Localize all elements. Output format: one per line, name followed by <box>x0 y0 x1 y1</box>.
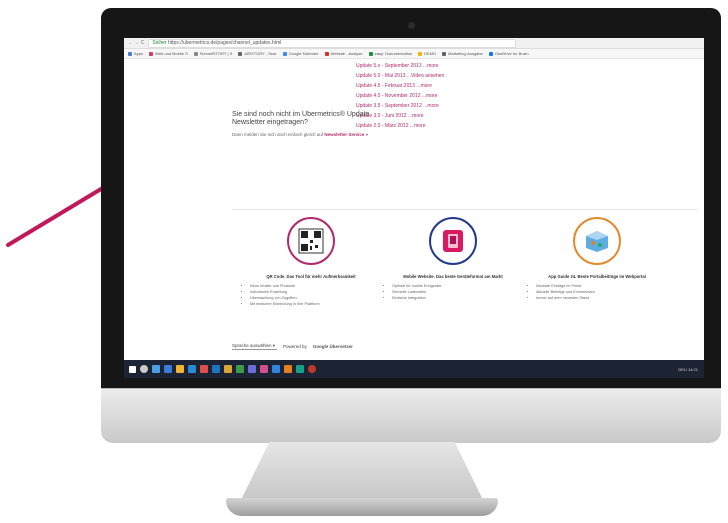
google-translate-brand: Google Übersetzer <box>312 344 353 349</box>
newsletter-text: Dann melden Sie sich doch einfach gleich… <box>232 132 369 137</box>
url-text: https://ubermetrics.de/pages/channel_upd… <box>167 39 282 46</box>
folder-icon[interactable] <box>176 365 184 373</box>
bookmark-item[interactable]: Web und Mobile S <box>149 51 188 56</box>
screen: ← → C Sicher https://ubermetrics.de/page… <box>124 38 704 378</box>
newsletter-link[interactable]: Newsletter Service » <box>324 132 368 137</box>
store-icon[interactable] <box>188 365 196 373</box>
bookmark-icon <box>324 51 329 56</box>
feature-mobile-website: Mobile Website. Das beste Geräteformat a… <box>378 217 528 301</box>
edge-icon[interactable] <box>164 365 172 373</box>
feature-title: App Guide 24. Beste Portalbeiträge im We… <box>548 274 646 279</box>
page-content: Update 5.x - September 2013 ...more Upda… <box>124 59 704 362</box>
onedrive-icon <box>488 51 493 56</box>
bookmark-item[interactable]: easy: Dokumentation <box>368 51 412 56</box>
feature-list: Optimal für mobile Endgeräte Schnelle La… <box>392 283 528 301</box>
search-icon[interactable] <box>140 365 148 373</box>
feature-title: Mobile Website. Das beste Geräteformat a… <box>403 274 503 279</box>
address-bar[interactable]: Sicher https://ubermetrics.de/pages/chan… <box>148 38 517 48</box>
update-link[interactable]: Update 4.5 - Februar 2013 ...more <box>356 81 444 91</box>
secure-label: Sicher <box>152 39 167 46</box>
bookmark-item[interactable]: Website - Analyse <box>324 51 363 56</box>
feature-list: Neue Inhalte und Produkte Individuelle E… <box>250 283 386 307</box>
list-item: Immer auf dem neuesten Stand <box>536 295 672 301</box>
list-item: Mit einfacher Einbindung in Ihre Plattfo… <box>250 301 386 307</box>
feature-list: Neueste Einträge im Portal Aktuelle Beit… <box>536 283 672 301</box>
app-icon[interactable] <box>200 365 208 373</box>
bookmark-icon <box>193 51 198 56</box>
list-item: Einfache Integration <box>392 295 528 301</box>
section-divider <box>232 209 697 210</box>
bookmark-item[interactable]: Google Kalender <box>282 51 319 56</box>
app-icon[interactable] <box>296 365 304 373</box>
browser-toolbar: ← → C Sicher https://ubermetrics.de/page… <box>124 38 704 49</box>
bookmark-item[interactable]: SchnellSTORY | S <box>193 51 232 56</box>
language-selector-row: Sprache auswählen ▾ Powered by Google Üb… <box>232 343 353 350</box>
outlook-icon[interactable] <box>272 365 280 373</box>
system-tray[interactable]: DEU 14:21 <box>678 367 704 372</box>
apps-icon <box>128 51 132 56</box>
word-icon[interactable] <box>212 365 220 373</box>
bookmark-icon <box>149 51 154 56</box>
chrome-icon[interactable] <box>308 365 316 373</box>
windows-start-icon[interactable] <box>129 365 136 373</box>
mobile-website-icon <box>429 217 477 265</box>
bookmark-icon <box>238 51 243 56</box>
newsletter-box: Sie sind noch nicht im Ubermetrics® Upda… <box>232 111 382 138</box>
bookmark-item[interactable]: Apps <box>128 51 143 56</box>
update-link[interactable]: Update 5.x - September 2013 ...more <box>356 61 444 71</box>
update-link[interactable]: Update 5.0 - Mai 2013 ...Video ansehen <box>356 71 444 81</box>
bookmark-item[interactable]: Marketing-Ausgabe <box>442 51 483 56</box>
app-icon[interactable] <box>224 365 232 373</box>
feature-app-guide: App Guide 24. Beste Portalbeiträge im We… <box>522 217 672 301</box>
newsletter-title: Sie sind noch nicht im Ubermetrics® Upda… <box>232 111 370 126</box>
bookmark-item[interactable]: OneDrive for Busin <box>488 51 529 56</box>
qr-code-icon <box>287 217 335 265</box>
monitor-stand <box>240 442 484 502</box>
bookmark-icon <box>442 51 447 56</box>
browser-nav-buttons[interactable]: ← → C <box>128 40 144 46</box>
bookmark-item[interactable]: DEMO <box>418 51 436 56</box>
task-view-icon[interactable] <box>152 365 160 373</box>
bookmark-item[interactable]: AIRSTORY - Sear <box>238 51 277 56</box>
monitor-chin <box>101 388 721 443</box>
feature-qr-code: QR Code. Das Tool für mehr Aufmerksamkei… <box>236 217 386 307</box>
app-icon[interactable] <box>260 365 268 373</box>
taskbar: DEU 14:21 <box>124 360 704 378</box>
language-select[interactable]: Sprache auswählen ▾ <box>232 343 278 350</box>
bookmarks-bar: Apps Web und Mobile S SchnellSTORY | S A… <box>124 49 704 59</box>
app-guide-icon <box>573 217 621 265</box>
app-icon[interactable] <box>284 365 292 373</box>
bookmark-icon <box>368 51 373 56</box>
update-link[interactable]: Update 4.0 - November 2012 ...more <box>356 91 444 101</box>
camera-icon <box>408 22 415 29</box>
app-icon[interactable] <box>248 365 256 373</box>
monitor-stand-base <box>226 498 498 516</box>
feature-title: QR Code. Das Tool für mehr Aufmerksamkei… <box>266 274 356 279</box>
excel-icon[interactable] <box>236 365 244 373</box>
folder-icon <box>418 51 423 56</box>
powered-by-text: Powered by <box>283 344 307 349</box>
tray-clock[interactable]: DEU 14:21 <box>678 367 698 372</box>
google-icon <box>282 51 287 56</box>
update-link[interactable]: Update 3.5 - September 2012 ...more <box>356 101 444 111</box>
